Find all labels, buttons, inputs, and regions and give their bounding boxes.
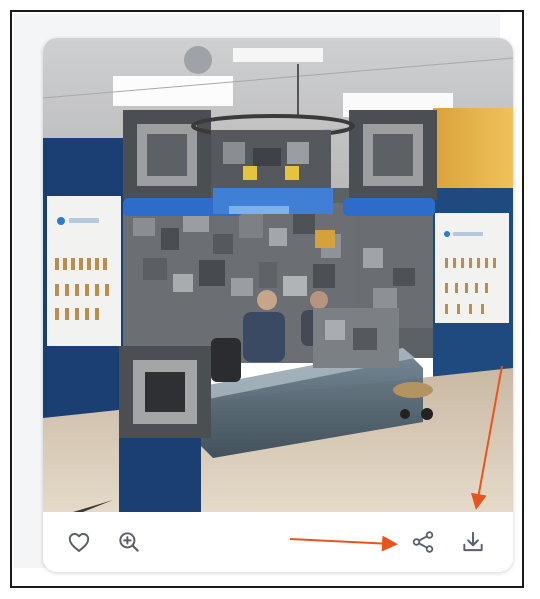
zoom-in-button[interactable] <box>113 526 145 558</box>
like-button[interactable] <box>63 526 95 558</box>
download-icon <box>463 531 483 552</box>
heart-icon <box>68 533 90 552</box>
page <box>0 0 540 599</box>
generated-image[interactable] <box>43 38 513 512</box>
zoom-in-icon <box>119 532 139 552</box>
share-button[interactable] <box>407 526 439 558</box>
store-interior-image <box>43 38 513 512</box>
share-icon <box>412 531 434 553</box>
download-button[interactable] <box>457 526 489 558</box>
image-toolbar <box>43 512 513 572</box>
image-card <box>43 38 513 572</box>
